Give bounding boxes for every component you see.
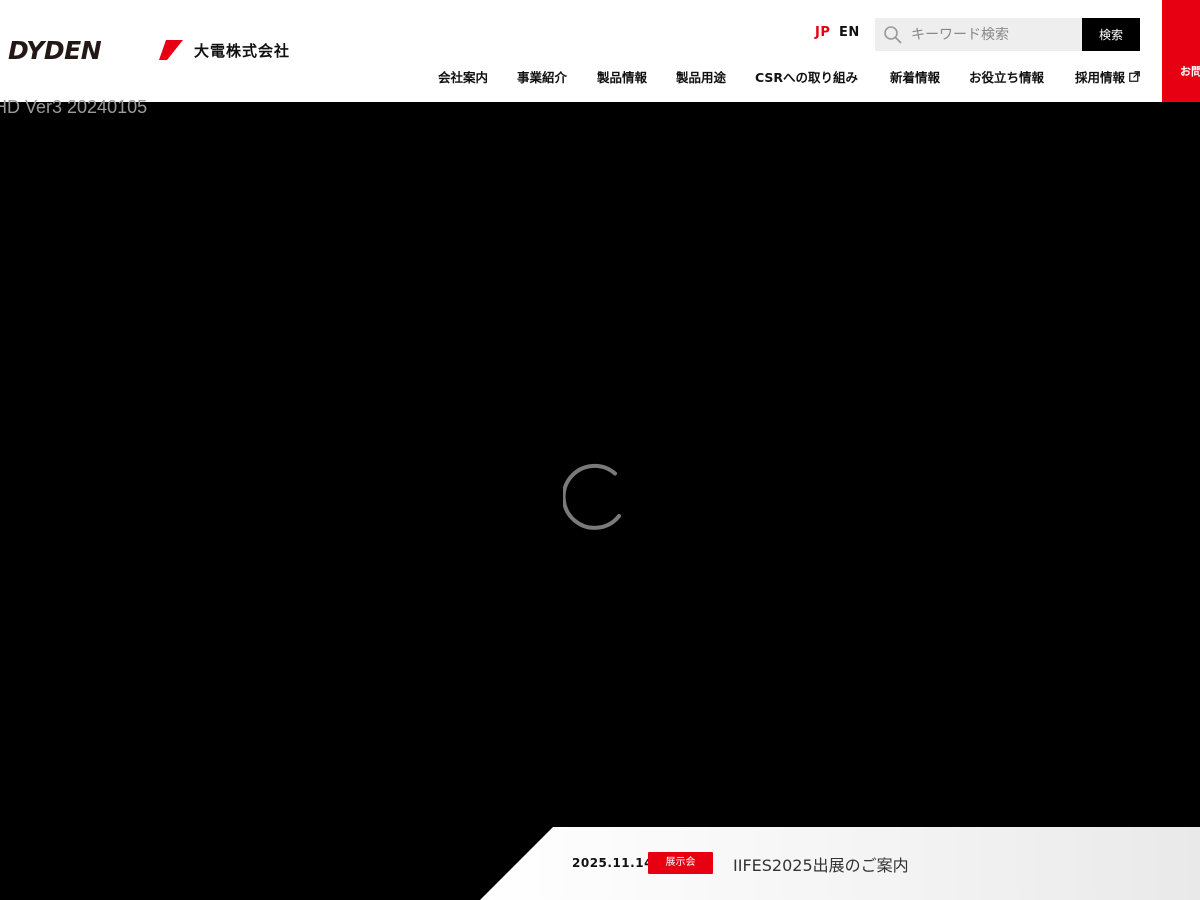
news-date: 2025.11.14	[572, 856, 653, 870]
news-ticker[interactable]: 2025.11.14 展示会 IIFES2025出展のご案内	[480, 827, 1200, 900]
nav-label: 会社案内	[438, 70, 489, 85]
company-name: 大電株式会社	[194, 42, 291, 60]
nav-applications[interactable]: 製品用途	[676, 67, 726, 86]
video-label: HD Ver3 20240105	[0, 97, 148, 117]
nav-recruit[interactable]: 採用情報	[1075, 67, 1140, 86]
site-header: DYDEN 大電株式会社 JP EN 検索 会社案内 事業紹介 製品情報 製品用…	[0, 0, 1200, 102]
external-link-icon	[1129, 71, 1140, 82]
search-box	[875, 18, 1082, 51]
nav-business[interactable]: 事業紹介	[517, 67, 567, 86]
hero-video: HD Ver3 20240105	[0, 97, 1200, 900]
main-nav: 会社案内 事業紹介 製品情報 製品用途 CSRへの取り組み 新着情報 お役立ち情…	[0, 67, 1200, 87]
nav-label: お役立ち情報	[969, 70, 1045, 85]
nav-label: 採用情報	[1075, 70, 1126, 85]
lang-en-link[interactable]: EN	[839, 25, 860, 40]
nav-news[interactable]: 新着情報	[890, 67, 940, 86]
contact-tab[interactable]: お問	[1162, 0, 1200, 102]
contact-tab-label: お問	[1180, 65, 1200, 78]
nav-csr[interactable]: CSRへの取り組み	[755, 67, 858, 86]
nav-label: CSRへの取り組み	[755, 70, 859, 85]
nav-products[interactable]: 製品情報	[597, 67, 647, 86]
dyden-logo-icon: DYDEN	[8, 38, 183, 62]
nav-useful-info[interactable]: お役立ち情報	[969, 67, 1044, 86]
news-title[interactable]: IIFES2025出展のご案内	[733, 852, 909, 876]
search-button[interactable]: 検索	[1082, 18, 1140, 51]
nav-label: 製品用途	[676, 70, 727, 85]
nav-company[interactable]: 会社案内	[438, 67, 488, 86]
news-category-badge: 展示会	[648, 852, 713, 874]
search-icon	[883, 25, 903, 49]
nav-label: 新着情報	[890, 70, 941, 85]
nav-label: 事業紹介	[517, 70, 568, 85]
logo[interactable]: DYDEN	[8, 38, 184, 62]
lang-jp-link[interactable]: JP	[815, 25, 830, 40]
nav-label: 製品情報	[597, 70, 648, 85]
loading-spinner-icon	[563, 463, 621, 530]
search-input[interactable]	[911, 18, 1079, 51]
svg-text:DYDEN: DYDEN	[8, 38, 102, 62]
